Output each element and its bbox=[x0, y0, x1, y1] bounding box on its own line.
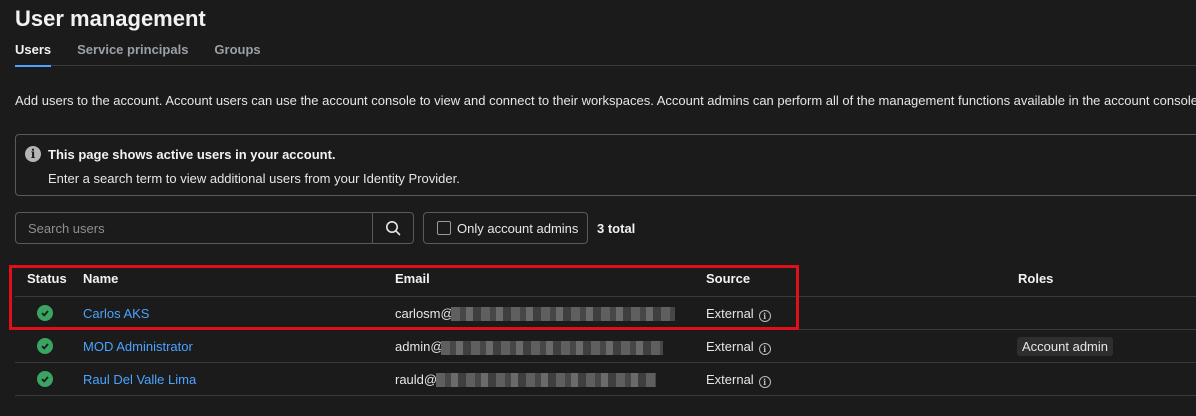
only-admins-checkbox[interactable] bbox=[437, 221, 451, 235]
tab-groups[interactable]: Groups bbox=[214, 42, 260, 66]
info-title: This page shows active users in your acc… bbox=[48, 147, 336, 162]
user-email: carlosm@ bbox=[395, 306, 454, 321]
search-box bbox=[15, 212, 414, 244]
row-divider bbox=[15, 362, 1196, 363]
info-text: Enter a search term to view additional u… bbox=[48, 171, 460, 186]
column-header-source[interactable]: Source bbox=[706, 271, 750, 286]
role-badge: Account admin bbox=[1017, 337, 1113, 356]
user-name-link[interactable]: Raul Del Valle Lima bbox=[83, 372, 196, 387]
row-divider bbox=[15, 329, 1196, 330]
source-label: External bbox=[706, 339, 754, 354]
page-title: User management bbox=[15, 6, 206, 31]
tab-users[interactable]: Users bbox=[15, 42, 52, 67]
user-name-link[interactable]: Carlos AKS bbox=[83, 306, 149, 321]
column-header-name[interactable]: Name bbox=[83, 271, 118, 286]
row-divider bbox=[15, 395, 1196, 396]
total-count: 3 total bbox=[597, 221, 636, 236]
source-label: External bbox=[706, 306, 754, 321]
user-source: External i bbox=[706, 306, 771, 322]
email-redacted bbox=[436, 373, 656, 387]
search-input[interactable] bbox=[16, 213, 372, 243]
user-name-link[interactable]: MOD Administrator bbox=[83, 339, 193, 354]
email-redacted bbox=[441, 341, 663, 355]
column-header-email[interactable]: Email bbox=[395, 271, 430, 286]
search-icon bbox=[386, 221, 401, 236]
status-active-icon bbox=[37, 305, 53, 321]
email-redacted bbox=[451, 307, 675, 321]
status-active-icon bbox=[37, 371, 53, 387]
source-label: External bbox=[706, 372, 754, 387]
info-icon[interactable]: i bbox=[758, 343, 771, 355]
search-button[interactable] bbox=[372, 213, 413, 243]
user-source: External i bbox=[706, 339, 771, 355]
info-box: i This page shows active users in your a… bbox=[15, 134, 1196, 196]
column-header-roles[interactable]: Roles bbox=[1018, 271, 1053, 286]
row-divider bbox=[15, 296, 1196, 297]
tab-service-principals[interactable]: Service principals bbox=[77, 42, 188, 66]
status-active-icon bbox=[37, 338, 53, 354]
only-admins-label: Only account admins bbox=[457, 220, 579, 236]
only-admins-filter[interactable]: Only account admins bbox=[423, 212, 588, 244]
info-icon: i bbox=[25, 146, 41, 162]
user-source: External i bbox=[706, 372, 771, 388]
column-header-status[interactable]: Status bbox=[27, 271, 67, 286]
info-icon[interactable]: i bbox=[758, 310, 771, 322]
tab-bar: Users Service principals Groups bbox=[15, 42, 1196, 67]
user-email: rauld@ bbox=[395, 372, 438, 387]
user-email: admin@ bbox=[395, 339, 444, 354]
page-description: Add users to the account. Account users … bbox=[15, 93, 1196, 108]
info-icon[interactable]: i bbox=[758, 376, 771, 388]
